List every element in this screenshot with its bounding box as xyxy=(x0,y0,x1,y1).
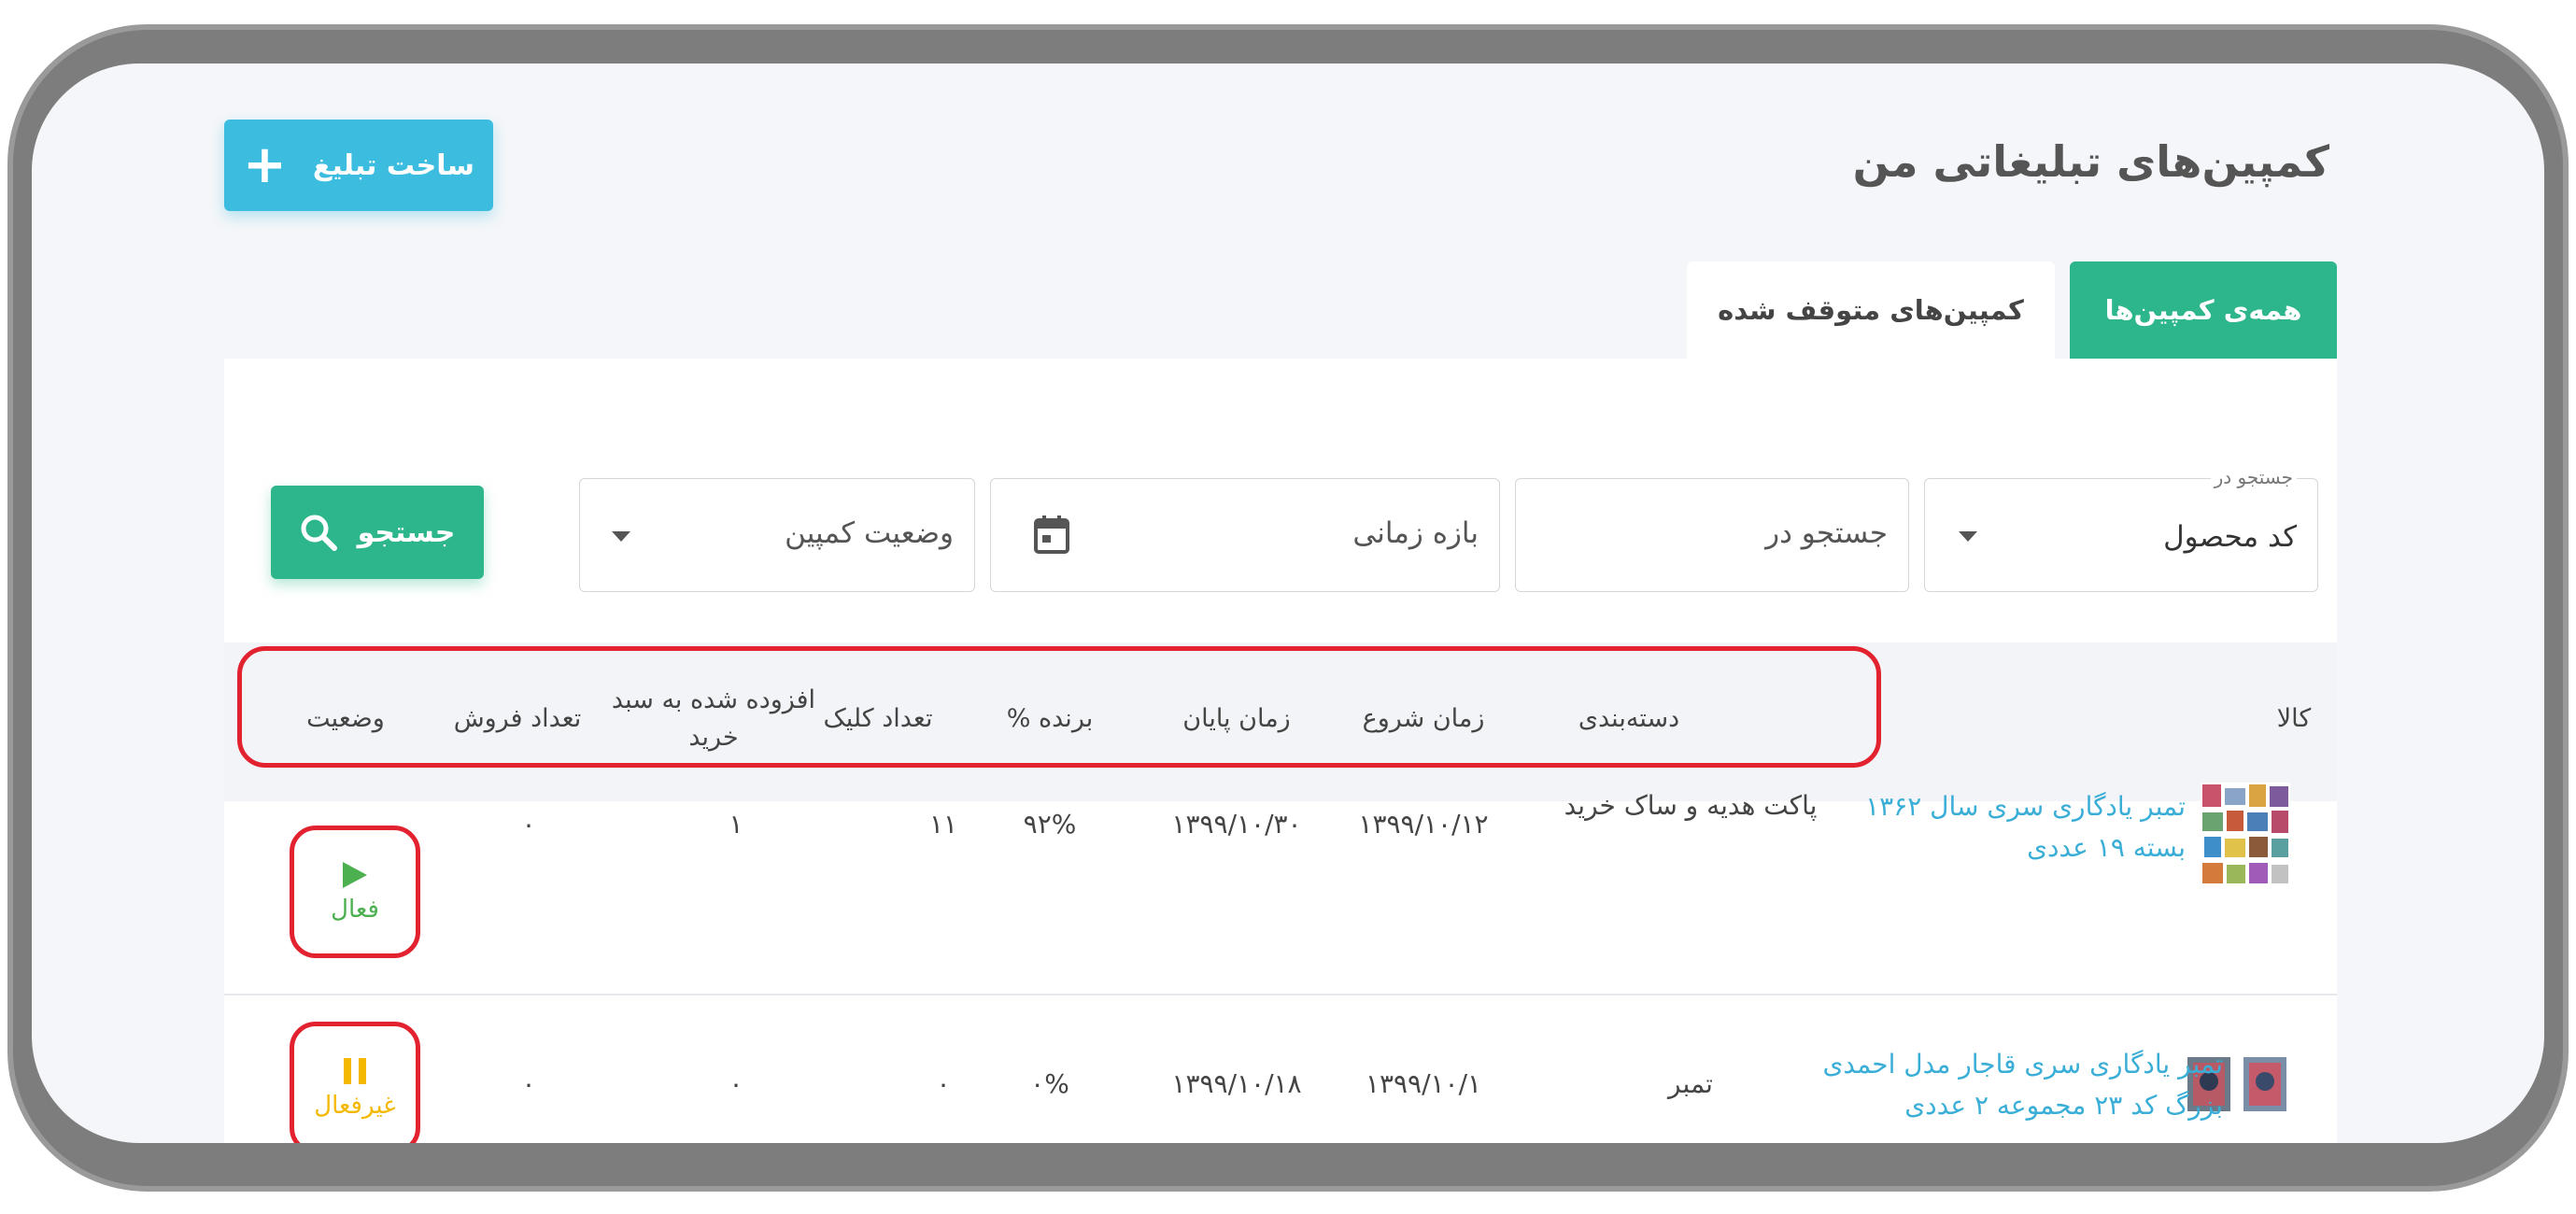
product-thumbnail[interactable] xyxy=(2201,783,2290,885)
date-range-field[interactable]: بازه زمانی xyxy=(990,478,1500,592)
tab-stopped-campaigns[interactable]: کمپین‌های متوقف شده xyxy=(1687,261,2055,359)
clicks-cell: ۱۱ xyxy=(928,809,958,840)
calendar-icon[interactable] xyxy=(1034,515,1069,554)
campaign-status-select[interactable]: وضعیت کمپین xyxy=(579,478,975,592)
create-ad-button[interactable]: ساخت تبلیغ + xyxy=(224,120,493,211)
product-link[interactable]: تمبر یادگاری سری قاجار مدل احمدی بزرگ کد… xyxy=(1806,1044,2223,1126)
page-title: کمپین‌های تبلیغاتی من xyxy=(1852,136,2329,187)
tab-all-campaigns-label: همه‌ی کمپین‌ها xyxy=(2104,294,2302,326)
search-button-label: جستجو xyxy=(357,515,456,549)
start-time-cell: ۱۳۹۹/۱۰/۱ xyxy=(1365,1068,1482,1099)
added-to-cart-cell: ۰ xyxy=(729,1068,743,1099)
campaign-status-placeholder: وضعیت کمپین xyxy=(785,516,954,550)
start-time-cell: ۱۳۹۹/۱۰/۱۲ xyxy=(1358,809,1489,840)
highlight-annotation xyxy=(237,646,1881,768)
status-toggle-active[interactable]: فعال xyxy=(290,826,420,958)
chevron-down-icon xyxy=(1959,531,1977,542)
search-button[interactable]: جستجو xyxy=(271,486,484,579)
category-cell: تمبر xyxy=(1668,1068,1713,1099)
status-label: فعال xyxy=(331,896,379,924)
search-in-label: جستجو در xyxy=(2210,466,2297,488)
end-time-cell: ۱۳۹۹/۱۰/۱۸ xyxy=(1171,1068,1302,1099)
chevron-down-icon xyxy=(612,531,630,542)
date-range-placeholder: بازه زمانی xyxy=(1352,516,1479,550)
category-cell: پاکت هدیه و ساک خرید xyxy=(1564,790,1818,821)
product-link[interactable]: تمبر یادگاری سری سال ۱۳۶۲ بسته ۱۹ عددی xyxy=(1834,786,2186,868)
row-divider xyxy=(224,994,2337,995)
product-thumbnail[interactable] xyxy=(2242,1055,2288,1113)
clicks-cell: ۰ xyxy=(936,1068,951,1099)
tab-stopped-campaigns-label: کمپین‌های متوقف شده xyxy=(1718,294,2024,326)
column-product: کالا xyxy=(2276,704,2312,733)
sales-cell: ۰ xyxy=(521,809,536,840)
play-icon xyxy=(343,862,367,888)
status-toggle-inactive[interactable]: غیرفعال xyxy=(290,1022,420,1143)
create-ad-label: ساخت تبلیغ xyxy=(312,148,475,182)
search-in-select[interactable]: جستجو در کد محصول xyxy=(1924,466,2318,592)
added-to-cart-cell: ۱ xyxy=(729,809,743,840)
pause-icon xyxy=(344,1058,366,1084)
sales-cell: ۰ xyxy=(521,1068,536,1099)
end-time-cell: ۱۳۹۹/۱۰/۳۰ xyxy=(1171,809,1302,840)
search-input-placeholder: جستجو در xyxy=(1765,516,1888,550)
app-screen: کمپین‌های تبلیغاتی من ساخت تبلیغ + همه‌ی… xyxy=(32,64,2544,1143)
status-label: غیرفعال xyxy=(314,1092,396,1120)
search-in-value: کد محصول xyxy=(2163,520,2297,554)
device-frame: کمپین‌های تبلیغاتی من ساخت تبلیغ + همه‌ی… xyxy=(0,0,2576,1214)
tab-all-campaigns[interactable]: همه‌ی کمپین‌ها xyxy=(2070,261,2337,359)
search-input[interactable]: جستجو در xyxy=(1515,478,1909,592)
plus-icon: + xyxy=(243,134,287,195)
search-icon xyxy=(301,515,337,551)
